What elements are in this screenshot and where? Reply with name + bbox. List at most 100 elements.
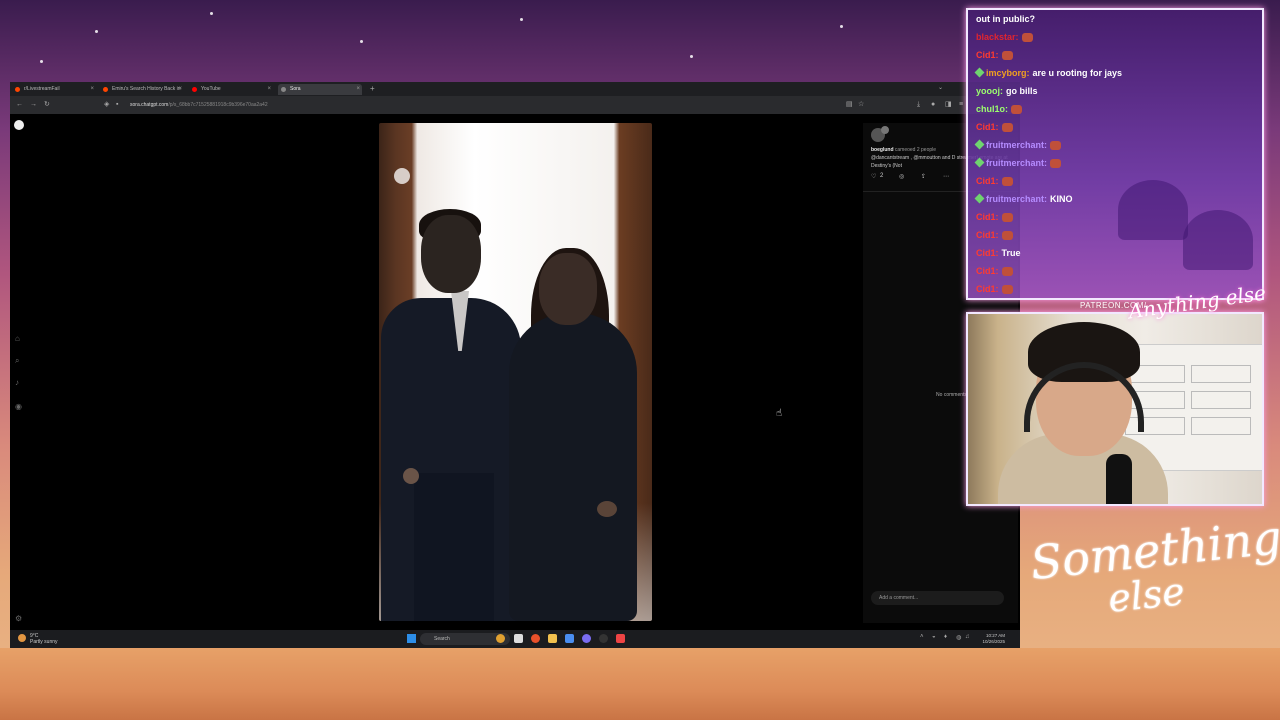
emote-icon <box>1001 213 1013 223</box>
palm-decoration <box>1118 180 1188 240</box>
home-icon[interactable]: ⌂ <box>15 334 20 343</box>
chat-username: fruitmerchant: <box>986 140 1048 150</box>
browser-tab[interactable]: Sora × <box>278 84 362 95</box>
close-icon[interactable]: × <box>90 84 94 95</box>
weather-text: Partly sunny <box>30 639 58 645</box>
star-decoration <box>40 60 43 63</box>
close-icon[interactable]: × <box>356 84 360 95</box>
mic-icon[interactable]: ♦ <box>944 634 947 640</box>
youtube-icon <box>192 87 197 92</box>
star-decoration <box>840 25 843 28</box>
browser-tab[interactable]: Emiru's Search History Back in × <box>100 84 184 95</box>
discord-icon[interactable] <box>582 634 591 643</box>
wifi-icon[interactable]: ◍ <box>956 634 961 641</box>
tab-list-icon[interactable]: ⌄ <box>938 84 943 91</box>
puzzle-icon[interactable]: ◨ <box>945 100 952 110</box>
chat-username: Cid1: <box>976 212 999 222</box>
reload-icon[interactable]: ↻ <box>44 100 50 110</box>
store-icon[interactable] <box>565 634 574 643</box>
url-field[interactable]: sora.chatgpt.com/p/s_68bb7c71525881918c9… <box>130 100 850 110</box>
chat-message: out in public? <box>976 14 1035 24</box>
lock-icon[interactable]: ▪ <box>116 100 118 110</box>
cameo-text: cameoed 2 people <box>894 147 937 153</box>
chat-username: Cid1: <box>976 176 999 186</box>
file-explorer-icon[interactable] <box>548 634 557 643</box>
reader-icon[interactable]: ▤ <box>846 100 853 110</box>
heart-icon[interactable]: ♡ <box>871 173 876 180</box>
app-icon[interactable] <box>616 634 625 643</box>
new-tab-button[interactable]: + <box>370 84 375 94</box>
comment-input[interactable]: Add a comment... <box>871 591 1004 605</box>
post-author[interactable]: boeglund cameoed 2 people <box>871 147 936 153</box>
star-decoration <box>360 40 363 43</box>
profile-icon[interactable]: ◉ <box>15 402 22 411</box>
download-icon[interactable]: ⤓ <box>917 100 920 110</box>
username[interactable]: boeglund <box>871 147 894 153</box>
url-path: /p/s_68bb7c71525881918c9b396e70aa2a42 <box>168 102 268 108</box>
emote-icon <box>1001 51 1013 61</box>
woman-dress <box>509 313 637 621</box>
emote-icon <box>1001 285 1013 295</box>
windows-start-icon[interactable] <box>407 634 416 643</box>
sora-watermark-icon <box>394 168 410 184</box>
reddit-icon <box>103 87 108 92</box>
browser-tab[interactable]: YouTube × <box>189 84 273 95</box>
ground-background <box>0 648 1280 720</box>
chat-message: Cid1: <box>976 284 1013 295</box>
volume-icon[interactable]: ♫ <box>965 634 970 640</box>
windows-taskbar: 9°C Partly sunny Search ˄ ◒ ♦ ◍ ♫ 10:27 A… <box>10 630 1020 648</box>
search-icon[interactable]: ⌕ <box>15 356 19 366</box>
chat-message: imcyborg: are u rooting for jays <box>974 67 1122 78</box>
remix-icon[interactable]: ◎ <box>899 173 904 180</box>
video-frame[interactable] <box>379 123 652 621</box>
close-icon[interactable]: × <box>178 84 182 95</box>
chat-username: fruitmerchant: <box>986 194 1048 204</box>
browser-icon[interactable] <box>531 634 540 643</box>
drawer <box>1191 391 1251 409</box>
emote-icon <box>1001 177 1013 187</box>
network-icon[interactable]: ◒ <box>932 634 936 640</box>
chat-username: chul1o: <box>976 104 1009 114</box>
something-else-logo: Something else <box>1028 510 1280 625</box>
woman-head <box>539 253 597 325</box>
address-bar-row: ← → ↻ ◈ ▪ sora.chatgpt.com/p/s_68bb7c715… <box>10 96 1020 114</box>
woman-hand <box>597 501 617 517</box>
sub-badge-icon <box>974 67 985 78</box>
settings-icon[interactable]: ⚙ <box>15 614 22 623</box>
emote-icon <box>1021 33 1033 43</box>
taskbar-clock[interactable]: 10:27 AM 10/26/2025 <box>975 633 1005 645</box>
widgets-icon[interactable] <box>496 634 505 643</box>
chat-username: Cid1: <box>976 248 999 258</box>
webcam-frame <box>966 312 1264 506</box>
task-view-icon[interactable] <box>514 634 523 643</box>
obs-icon[interactable] <box>599 634 608 643</box>
stream-chat-overlay: out in public? blackstar: Cid1: imcyborg: ar… <box>966 8 1264 300</box>
extension-icon[interactable]: ● <box>931 100 935 110</box>
bookmark-star-icon[interactable]: ☆ <box>858 100 864 110</box>
menu-icon[interactable]: ≡ <box>959 100 963 110</box>
chat-message: chul1o: <box>976 104 1023 115</box>
more-icon[interactable]: ⋯ <box>943 173 949 180</box>
forward-icon[interactable]: → <box>30 100 37 110</box>
chevron-up-icon[interactable]: ˄ <box>920 634 924 640</box>
bell-icon[interactable]: ♪ <box>15 378 19 387</box>
close-icon[interactable]: × <box>267 84 271 95</box>
drawer <box>1191 365 1251 383</box>
back-icon[interactable]: ← <box>16 100 23 110</box>
chat-username: blackstar: <box>976 32 1019 42</box>
drawer <box>1191 417 1251 435</box>
sora-page: ⌂ ⌕ ♪ ◉ ⚙ ☝ boeglund cameoed 2 people @d… <box>10 114 1020 630</box>
chat-username: fruitmerchant: <box>986 158 1048 168</box>
reddit-icon <box>15 87 20 92</box>
share-icon[interactable]: ⇪ <box>921 173 926 180</box>
url-host: sora.chatgpt.com <box>130 102 169 108</box>
sora-logo-icon[interactable] <box>14 120 24 130</box>
browser-tab-bar: r/LivestreamFail × Emiru's Search Histor… <box>10 82 1020 96</box>
chat-username: imcyborg: <box>986 68 1030 78</box>
tab-label: Emiru's Search History Back in <box>112 86 181 92</box>
shield-icon[interactable]: ◈ <box>104 100 109 110</box>
chat-message: Cid1: <box>976 266 1013 277</box>
browser-tab[interactable]: r/LivestreamFail × <box>12 84 96 95</box>
cameo-avatar[interactable] <box>881 126 889 134</box>
man-hand <box>403 468 419 484</box>
